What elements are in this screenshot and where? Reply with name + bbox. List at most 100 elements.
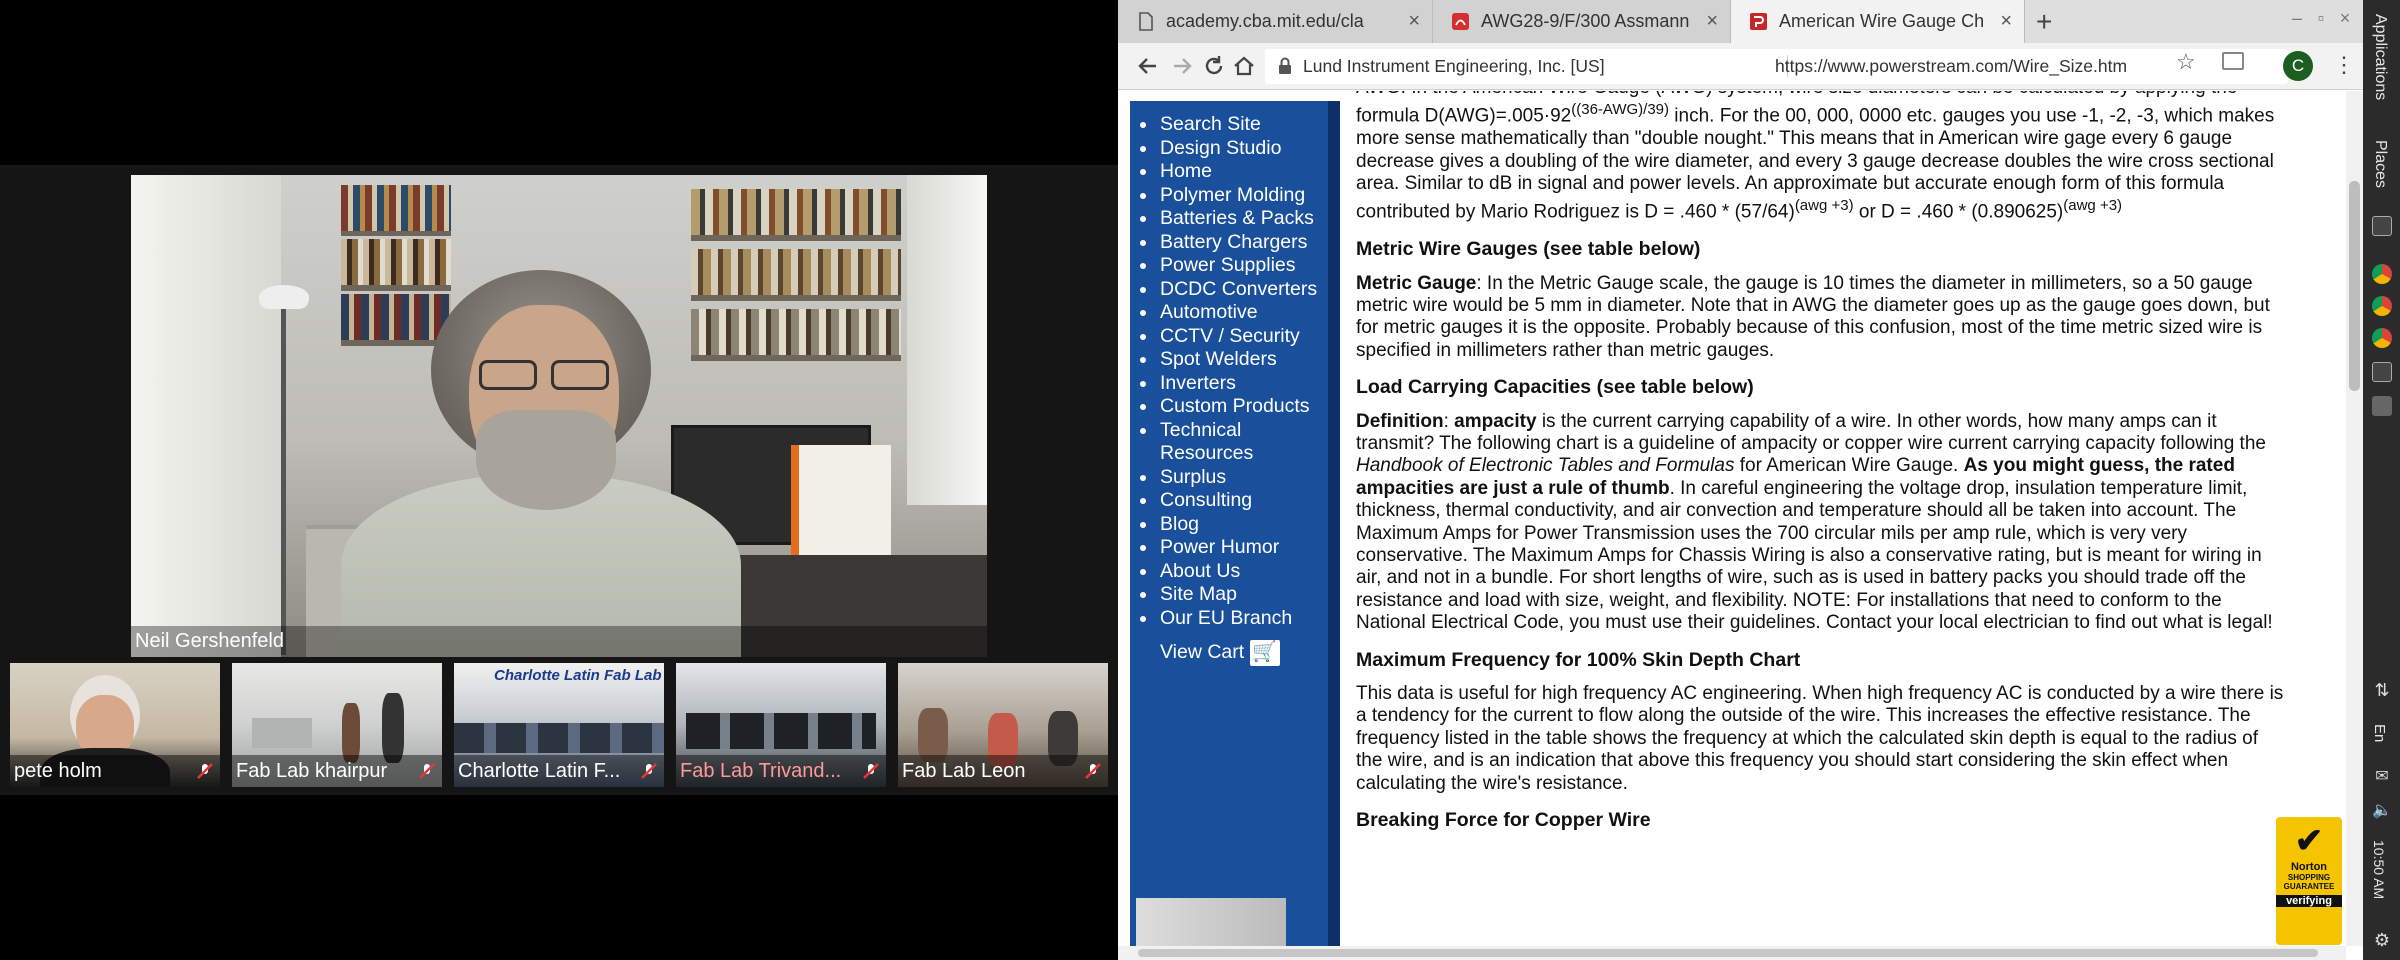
nav-item-spot-welders[interactable]: Spot Welders	[1140, 348, 1328, 372]
nav-item-batteries-packs[interactable]: Batteries & Packs	[1140, 207, 1328, 231]
skin-depth-heading: Maximum Frequency for 100% Skin Depth Ch…	[1356, 648, 1801, 671]
cast-icon[interactable]	[2222, 52, 2244, 70]
tab-title: American Wire Gauge Ch	[1779, 11, 1985, 31]
back-icon[interactable]	[1134, 52, 1162, 80]
close-tab-icon[interactable]: ×	[1408, 0, 1420, 43]
participant-thumb-fab-lab-leon[interactable]: Fab Lab Leon	[898, 663, 1108, 787]
bookshelf	[691, 235, 901, 241]
horizontal-scrollbar[interactable]	[1118, 946, 2346, 960]
applications-menu[interactable]: Applications	[2371, 14, 2389, 100]
nav-item-blog[interactable]: Blog	[1140, 513, 1328, 537]
menu-icon[interactable]: ⋮	[2333, 52, 2355, 78]
volume-icon[interactable]: 🔈	[2372, 800, 2392, 820]
network-icon[interactable]: ⇅	[2372, 680, 2392, 700]
lock-icon	[1279, 57, 1291, 74]
new-tab-button[interactable]: +	[2036, 0, 2052, 43]
site-navigation: Search Site Design Studio Home Polymer Mold…	[1130, 101, 1340, 946]
tab-title: AWG28-9/F/300 Assmann	[1481, 11, 1690, 31]
editor-icon[interactable]	[2372, 396, 2392, 416]
document-icon	[1139, 12, 1153, 31]
nav-item-surplus[interactable]: Surplus	[1140, 466, 1328, 490]
keyboard-layout[interactable]: En	[2371, 724, 2388, 742]
tab-american-wire-gauge[interactable]: American Wire Gauge Ch ×	[1731, 0, 2025, 43]
nav-image	[1136, 898, 1286, 946]
chrome-icon[interactable]	[2372, 296, 2392, 316]
view-cart-link[interactable]: View Cart	[1130, 639, 1328, 666]
mail-icon[interactable]: ✉	[2372, 766, 2392, 786]
nav-item-battery-chargers[interactable]: Battery Chargers	[1140, 231, 1328, 255]
norton-badge[interactable]: ✔ Norton SHOPPING GUARANTEE verifying	[2276, 817, 2342, 945]
nav-item-polymer-molding[interactable]: Polymer Molding	[1140, 184, 1328, 208]
metric-term: Metric Gauge	[1356, 272, 1477, 294]
metric-heading: Metric Wire Gauges (see table below)	[1356, 238, 1701, 261]
vertical-scrollbar[interactable]	[2346, 91, 2363, 946]
bookshelf	[691, 355, 901, 361]
nav-item-dcdc-converters[interactable]: DCDC Converters	[1140, 278, 1328, 302]
nav-item-site-map[interactable]: Site Map	[1140, 583, 1328, 607]
video-call-pane: Neil Gershenfeld pete holm Fab Lab khair…	[0, 0, 1118, 960]
nav-item-automotive[interactable]: Automotive	[1140, 301, 1328, 325]
places-menu[interactable]: Places	[2371, 140, 2389, 188]
terminal-icon[interactable]	[2372, 362, 2392, 382]
maximize-icon[interactable]: ▫	[2310, 8, 2332, 30]
nav-item-consulting[interactable]: Consulting	[1140, 489, 1328, 513]
books	[341, 185, 451, 231]
chrome-icon[interactable]	[2372, 264, 2392, 284]
nav-item-power-supplies[interactable]: Power Supplies	[1140, 254, 1328, 278]
article-content: AWG: In the American Wire Gauge (AWG) sy…	[1356, 91, 2286, 843]
minimize-icon[interactable]: –	[2286, 8, 2308, 30]
participant-thumb-pete-holm[interactable]: pete holm	[10, 663, 220, 787]
breaking-force-heading: Breaking Force for Copper Wire	[1356, 809, 1651, 832]
participant-thumb-fab-lab-trivandrum[interactable]: Fab Lab Trivand...	[676, 663, 886, 787]
url-text[interactable]: https://www.powerstream.com/Wire_Size.ht…	[1775, 49, 2127, 84]
forward-icon[interactable]	[1168, 52, 1196, 80]
norton-verify: verifying	[2276, 895, 2342, 907]
close-tab-icon[interactable]: ×	[1706, 0, 1718, 43]
participant-thumb-charlotte-latin[interactable]: Charlotte Latin Fab Lab Charlotte Latin …	[454, 663, 664, 787]
nav-item-technical-resources[interactable]: Technical Resources	[1140, 419, 1328, 466]
main-speaker-video[interactable]	[131, 175, 987, 657]
profile-avatar[interactable]: C	[2283, 51, 2313, 81]
nav-item-custom-products[interactable]: Custom Products	[1140, 395, 1328, 419]
close-window-icon[interactable]: ×	[2334, 8, 2356, 30]
window-right	[907, 175, 987, 505]
nav-item-cctv-security[interactable]: CCTV / Security	[1140, 325, 1328, 349]
tab-bar: academy.cba.mit.edu/cla × AWG28-9/F/300 …	[1118, 0, 2363, 43]
nav-item-search-site[interactable]: Search Site	[1140, 113, 1328, 137]
participant-name: Fab Lab khairpur	[232, 755, 442, 787]
nav-item-our-eu-branch[interactable]: Our EU Branch	[1140, 607, 1328, 631]
awg-exponent: ((36-AWG)/39)	[1571, 101, 1670, 119]
page-viewport: Search Site Design Studio Home Polymer Mold…	[1118, 91, 2363, 946]
pdf-icon	[1452, 13, 1469, 30]
tab-academy[interactable]: academy.cba.mit.edu/cla ×	[1118, 0, 1433, 43]
books	[691, 249, 901, 295]
home-icon[interactable]	[1230, 52, 1258, 80]
tab-awg28[interactable]: AWG28-9/F/300 Assmann ×	[1433, 0, 1731, 43]
chrome-icon[interactable]	[2372, 328, 2392, 348]
awg-exponent-2: (awg +3)	[2063, 197, 2123, 215]
bookmark-star-icon[interactable]: ☆	[2176, 49, 2196, 75]
definition-text-2: for American Wire Gauge.	[1734, 455, 1964, 477]
load-heading: Load Carrying Capacities (see table belo…	[1356, 376, 1754, 399]
mic-muted-icon	[419, 763, 435, 779]
terminal-icon[interactable]	[2372, 216, 2392, 236]
nav-item-design-studio[interactable]: Design Studio	[1140, 137, 1328, 161]
window-light	[131, 175, 281, 657]
reload-icon[interactable]	[1200, 52, 1228, 80]
browser-window: academy.cba.mit.edu/cla × AWG28-9/F/300 …	[1118, 0, 2363, 960]
definition-text-3: . In careful engineering the voltage dro…	[1356, 477, 2273, 634]
participant-thumb-fab-lab-khairpur[interactable]: Fab Lab khairpur	[232, 663, 442, 787]
ampacity-term: ampacity	[1454, 410, 1537, 432]
nav-item-about-us[interactable]: About Us	[1140, 560, 1328, 584]
tab-title: academy.cba.mit.edu/cla	[1166, 11, 1364, 31]
scrollbar-thumb[interactable]	[1138, 949, 2318, 957]
close-tab-icon[interactable]: ×	[2000, 0, 2012, 43]
nav-item-inverters[interactable]: Inverters	[1140, 372, 1328, 396]
scrollbar-thumb[interactable]	[2349, 181, 2360, 391]
certificate-label: Lund Instrument Engineering, Inc. [US]	[1303, 56, 1605, 76]
address-bar[interactable]: Lund Instrument Engineering, Inc. [US] h…	[1265, 49, 2288, 84]
metric-text: : In the Metric Gauge scale, the gauge i…	[1356, 272, 2270, 361]
settings-gear-icon[interactable]: ⚙	[2372, 930, 2392, 950]
nav-item-power-humor[interactable]: Power Humor	[1140, 536, 1328, 560]
nav-item-home[interactable]: Home	[1140, 160, 1328, 184]
